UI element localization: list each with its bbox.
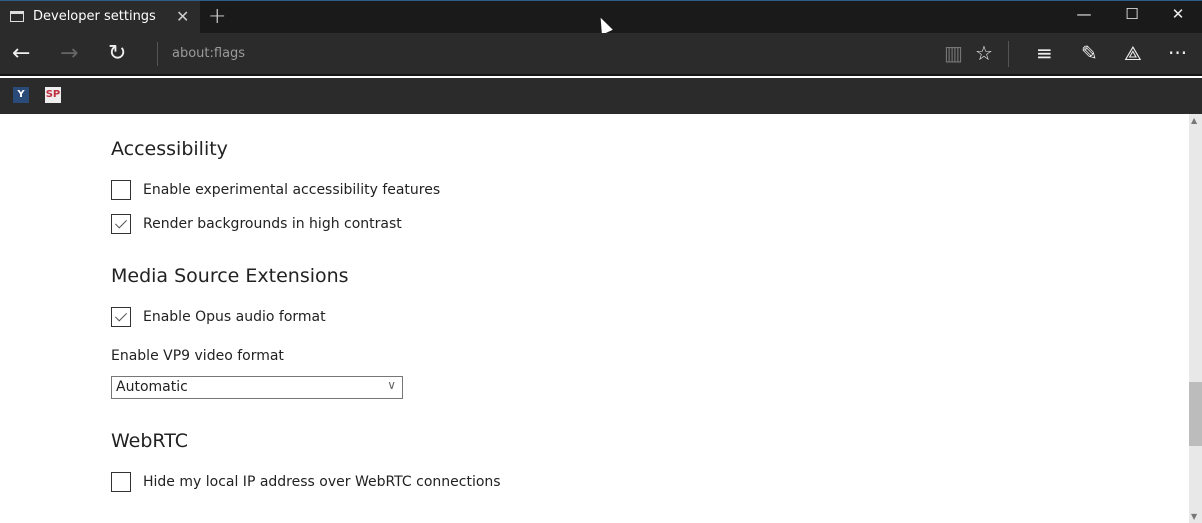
web-note-icon[interactable]: ✎ (1081, 41, 1098, 65)
section-heading-media-source-extensions: Media Source Extensions (111, 265, 349, 287)
reading-view-icon[interactable]: ▥ (944, 41, 963, 65)
forward-button[interactable]: → (60, 41, 78, 66)
back-button[interactable]: ← (12, 41, 30, 66)
tab-page-icon (10, 11, 24, 22)
tab-title: Developer settings (33, 9, 156, 24)
share-icon[interactable]: ⟁ (1124, 41, 1142, 65)
maximize-button[interactable]: ☐ (1112, 5, 1152, 23)
checkbox[interactable] (111, 214, 131, 234)
navigation-toolbar: ← → ↻ about:flags ▥ ☆ ≡ ✎ ⟁ ··· (0, 33, 1202, 76)
checkbox-label: Enable experimental accessibility featur… (143, 182, 441, 198)
select-value: Automatic (116, 379, 188, 395)
checkbox-label: Enable Opus audio format (143, 309, 326, 325)
tab-developer-settings[interactable]: Developer settings ✕ (0, 1, 200, 34)
more-icon[interactable]: ··· (1168, 41, 1187, 65)
checkbox-label: Render backgrounds in high contrast (143, 216, 402, 232)
flag-experimental-accessibility[interactable]: Enable experimental accessibility featur… (111, 180, 440, 200)
section-heading-accessibility: Accessibility (111, 138, 228, 160)
tab-close-button[interactable]: ✕ (176, 7, 189, 26)
chevron-down-icon: ∨ (387, 378, 396, 392)
vp9-video-format-select[interactable]: Automatic ∨ (111, 376, 403, 399)
favorite-item-1[interactable]: Y (13, 87, 29, 103)
vp9-select-label: Enable VP9 video format (111, 348, 284, 364)
minimize-button[interactable]: — (1064, 5, 1104, 23)
toolbar-divider (1008, 41, 1009, 67)
title-bar: Developer settings ✕ + — ☐ ✕ (0, 0, 1202, 35)
flags-page: Accessibility Enable experimental access… (0, 114, 1188, 523)
scrollbar-thumb[interactable] (1189, 382, 1202, 446)
flag-opus-audio[interactable]: Enable Opus audio format (111, 307, 326, 327)
favorite-item-2[interactable]: SP (45, 87, 61, 103)
checkbox-label: Hide my local IP address over WebRTC con… (143, 474, 501, 490)
refresh-button[interactable]: ↻ (108, 41, 126, 66)
favorites-bar: Y SP (0, 78, 1202, 114)
section-heading-webrtc: WebRTC (111, 430, 189, 452)
address-divider (157, 42, 158, 66)
checkbox[interactable] (111, 472, 131, 492)
checkbox[interactable] (111, 307, 131, 327)
hub-icon[interactable]: ≡ (1036, 41, 1053, 65)
close-window-button[interactable]: ✕ (1158, 5, 1198, 23)
favorite-star-icon[interactable]: ☆ (975, 41, 993, 65)
address-bar[interactable]: about:flags (172, 46, 245, 61)
checkbox[interactable] (111, 180, 131, 200)
scroll-up-icon[interactable]: ▲ (1191, 116, 1197, 125)
flag-high-contrast-backgrounds[interactable]: Render backgrounds in high contrast (111, 214, 402, 234)
flag-hide-local-ip[interactable]: Hide my local IP address over WebRTC con… (111, 472, 501, 492)
mouse-cursor-icon (595, 15, 613, 35)
scroll-down-icon[interactable]: ▼ (1191, 512, 1197, 521)
vertical-scrollbar[interactable]: ▲ ▼ (1189, 114, 1202, 523)
new-tab-button[interactable]: + (208, 4, 226, 29)
